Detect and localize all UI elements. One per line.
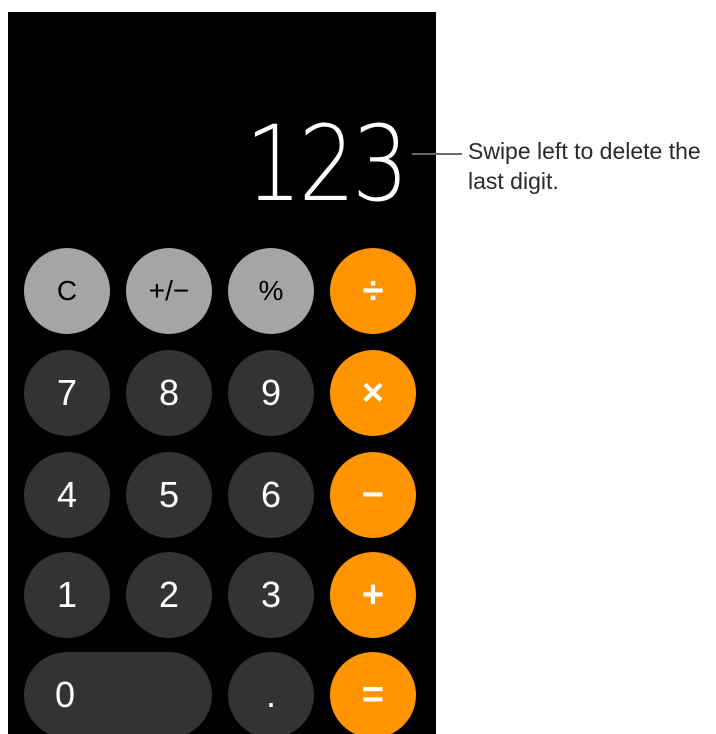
- add-button[interactable]: +: [330, 552, 416, 638]
- digit-6-button[interactable]: 6: [228, 452, 314, 538]
- calculator-app: 123 C +/− % ÷ 7 8 9 × 4 5 6 − 1 2 3 + 0 …: [8, 12, 436, 734]
- sign-toggle-button[interactable]: +/−: [126, 248, 212, 334]
- digit-5-button[interactable]: 5: [126, 452, 212, 538]
- multiply-button[interactable]: ×: [330, 350, 416, 436]
- callout-leader-line: [412, 153, 462, 155]
- digit-9-button[interactable]: 9: [228, 350, 314, 436]
- result-display[interactable]: 123: [246, 112, 410, 216]
- digit-8-button[interactable]: 8: [126, 350, 212, 436]
- digit-3-button[interactable]: 3: [228, 552, 314, 638]
- divide-button[interactable]: ÷: [330, 248, 416, 334]
- swipe-delete-callout: Swipe left to delete the last digit.: [468, 138, 701, 194]
- digit-2-button[interactable]: 2: [126, 552, 212, 638]
- digit-4-button[interactable]: 4: [24, 452, 110, 538]
- equals-button[interactable]: =: [330, 652, 416, 734]
- digit-7-button[interactable]: 7: [24, 350, 110, 436]
- digit-0-button[interactable]: 0: [24, 652, 212, 734]
- subtract-button[interactable]: −: [330, 452, 416, 538]
- percent-button[interactable]: %: [228, 248, 314, 334]
- screenshot-stage: 123 C +/− % ÷ 7 8 9 × 4 5 6 − 1 2 3 + 0 …: [0, 0, 716, 734]
- clear-button[interactable]: C: [24, 248, 110, 334]
- digit-1-button[interactable]: 1: [24, 552, 110, 638]
- decimal-button[interactable]: .: [228, 652, 314, 734]
